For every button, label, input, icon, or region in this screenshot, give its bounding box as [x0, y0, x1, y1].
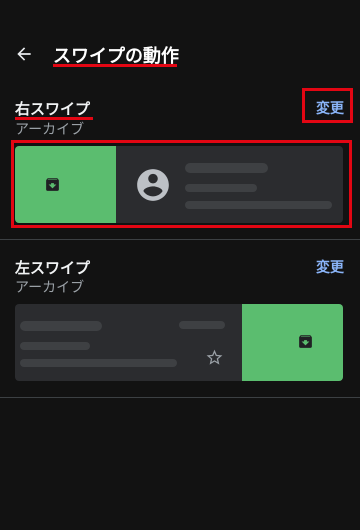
archive-icon: [299, 335, 312, 348]
right-swipe-preview: [15, 146, 343, 223]
back-button[interactable]: [8, 38, 40, 70]
section-divider: [0, 397, 360, 398]
arrow-back-icon: [17, 47, 31, 61]
right-swipe-change-button[interactable]: 変更: [316, 98, 344, 118]
app-bar: スワイプの動作: [0, 0, 360, 100]
left-swipe-title: 左スワイプ: [15, 259, 91, 277]
section-divider: [0, 239, 360, 240]
archive-icon: [46, 178, 59, 191]
placeholder-line-sender: [185, 163, 268, 173]
right-swipe-title: 右スワイプ: [15, 100, 91, 118]
placeholder-line-snippet: [185, 201, 332, 209]
placeholder-line-sender: [20, 321, 102, 331]
left-swipe-change-button[interactable]: 変更: [316, 257, 344, 277]
star-outline-icon: [206, 349, 223, 365]
placeholder-line-date: [179, 321, 225, 329]
placeholder-line-subject: [185, 184, 257, 192]
right-swipe-action: アーカイブ: [15, 122, 85, 138]
swipe-action-area: [242, 304, 343, 381]
account-circle-icon: [137, 169, 169, 201]
placeholder-line-subject: [20, 342, 90, 350]
placeholder-line-snippet: [20, 359, 177, 367]
left-swipe-preview: [15, 304, 343, 381]
left-swipe-action: アーカイブ: [15, 280, 85, 296]
swipe-action-area: [15, 146, 116, 223]
title-underline: [53, 64, 177, 67]
